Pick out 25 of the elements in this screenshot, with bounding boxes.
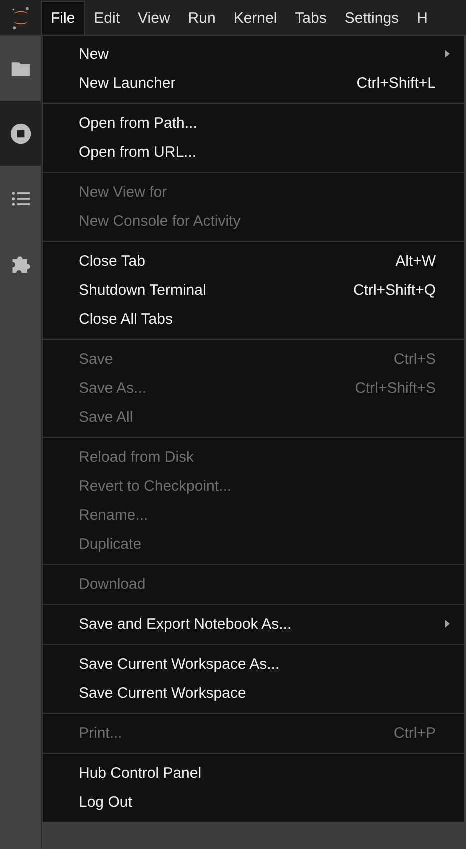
menu-item[interactable]: Hub Control Panel bbox=[43, 759, 464, 788]
menu-item[interactable]: Shutdown Terminal Ctrl+Shift+Q bbox=[43, 276, 464, 305]
menu-item[interactable]: Open from URL... bbox=[43, 138, 464, 167]
menu-bar-item[interactable]: View bbox=[129, 1, 180, 35]
menu-item[interactable]: New Launcher Ctrl+Shift+L bbox=[43, 69, 464, 98]
sidebar-tab[interactable] bbox=[0, 101, 41, 166]
menu-item[interactable]: Log Out bbox=[43, 788, 464, 817]
menu-bar-item[interactable]: H bbox=[408, 1, 437, 35]
menu-item[interactable]: Save Current Workspace bbox=[43, 679, 464, 708]
menu-bar-item[interactable]: Kernel bbox=[224, 1, 286, 35]
menu-item[interactable]: Save and Export Notebook As... bbox=[43, 610, 464, 639]
menu-bar-item[interactable]: File bbox=[41, 1, 86, 35]
menu-bar-item[interactable]: Run bbox=[179, 1, 225, 35]
menu-item[interactable]: Open from Path... bbox=[43, 109, 464, 138]
stop-icon bbox=[10, 122, 32, 144]
submenu-arrow-icon bbox=[445, 49, 450, 59]
menu-item[interactable]: Close All Tabs bbox=[43, 305, 464, 334]
logo-icon bbox=[10, 4, 32, 30]
menu-bar-item[interactable]: Settings bbox=[336, 1, 408, 35]
submenu-arrow-icon bbox=[445, 619, 450, 629]
menu-bar-item[interactable]: Edit bbox=[85, 1, 130, 35]
menu-bar-item[interactable]: Tabs bbox=[286, 1, 336, 35]
menu-item[interactable]: Save Current Workspace As... bbox=[43, 650, 464, 679]
menu-item[interactable]: New bbox=[43, 40, 464, 69]
menu-item[interactable]: Close Tab Alt+W bbox=[43, 247, 464, 276]
